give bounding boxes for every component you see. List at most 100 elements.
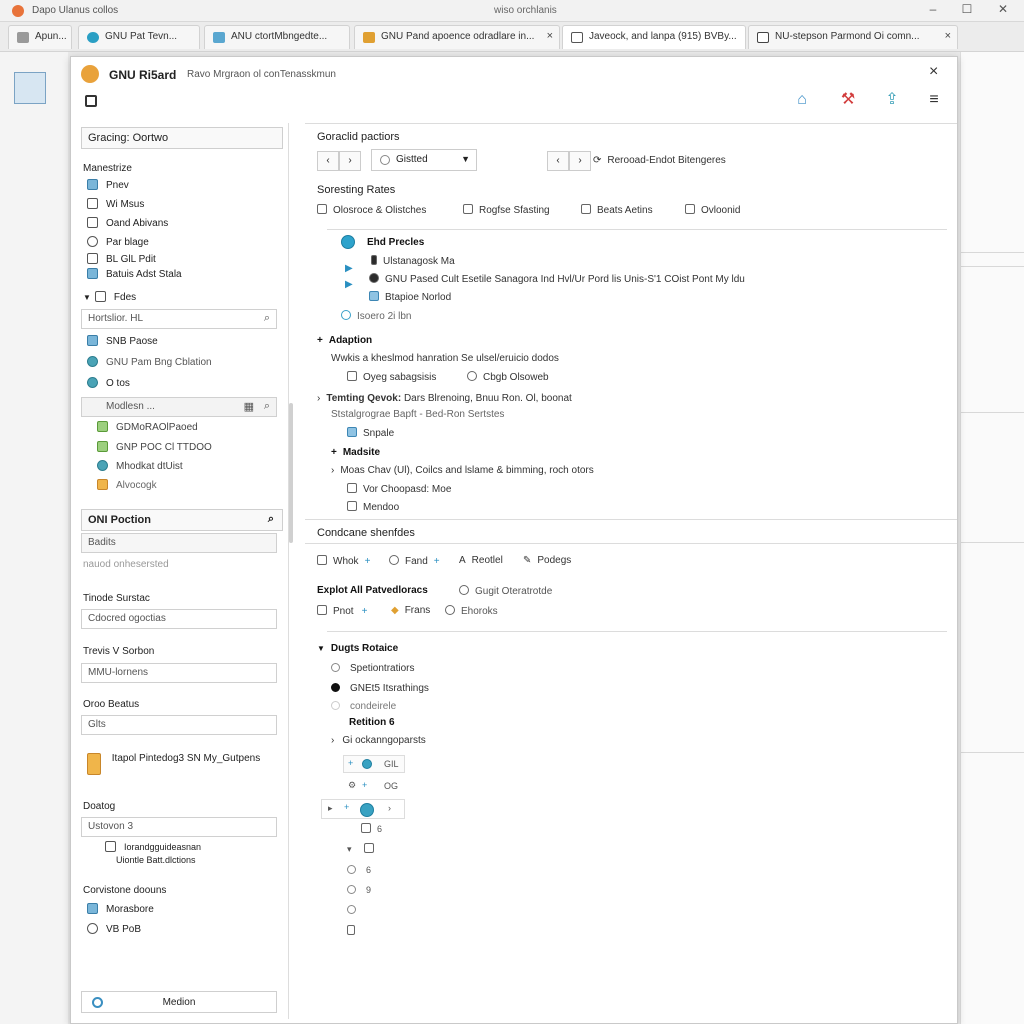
search-icon[interactable]: ⌕ [264, 312, 270, 325]
background-left-panel [0, 52, 68, 1024]
tree-line[interactable]: Btapioe Norlod [369, 291, 451, 303]
gi-toggle[interactable]: › Gi ockanngoparsts [331, 735, 426, 746]
tab-2[interactable]: GNU Pat Tevn... [78, 25, 200, 49]
radio-option[interactable]: condeirele [331, 701, 396, 712]
madsite-heading[interactable]: + Madsite [331, 447, 380, 458]
grid-icon[interactable]: ▦ [244, 400, 254, 413]
tab-1[interactable]: Apun... [8, 25, 72, 49]
minimize-button[interactable]: – [918, 0, 948, 18]
sidebar-item[interactable]: BL GlL Pdit [87, 253, 156, 269]
forward-button[interactable]: › [339, 151, 361, 171]
sidebar-header[interactable]: Gracing: Oortwo [81, 127, 283, 149]
explot-tool[interactable]: Ehoroks [445, 605, 498, 617]
tab-6[interactable]: NU-stepson Parmond Oi comn... × [748, 25, 958, 49]
sidebar-item[interactable]: Morasbore [87, 903, 154, 919]
play-icon[interactable]: ▶ [345, 279, 353, 290]
back-button[interactable]: ‹ [547, 151, 569, 171]
forward-button[interactable]: › [569, 151, 591, 171]
refresh-link[interactable]: ⟳ Rerooad-Endot Bitengeres [593, 155, 726, 166]
tree-node[interactable]: ▾ [347, 843, 380, 855]
sort-option[interactable]: Rogfse Sfasting [463, 204, 550, 216]
tree-node-selected[interactable]: ▸ + › [321, 799, 405, 819]
field-input[interactable]: MMU-lornens [81, 663, 277, 683]
tree-line[interactable]: GNU Pased Cult Esetile Sanagora Ind Hvl/… [369, 273, 745, 285]
promo-item[interactable]: Itapol Pintedog3 SN My_Gutpens [87, 753, 277, 775]
tools-icon[interactable]: ⚒ [837, 91, 859, 109]
back-button[interactable]: ‹ [317, 151, 339, 171]
tree-node[interactable]: + GIL [343, 755, 405, 773]
explot-tool[interactable]: Pnot + [317, 605, 367, 617]
selected-file-item[interactable]: Modlesn ... ▦ ⌕ [81, 397, 277, 417]
sub-item[interactable]: GDMoRAOlPaoed [97, 421, 198, 437]
tab-4[interactable]: GNU Pand apoence odradlare in... × [354, 25, 560, 49]
file-item[interactable]: GNU Pam Bng Cblation [87, 356, 212, 372]
sub-item[interactable]: Alvocogk [97, 479, 157, 495]
sort-option[interactable]: Beats Aetins [581, 204, 653, 216]
tree-node[interactable] [347, 905, 366, 915]
tab-close-icon[interactable]: × [547, 30, 553, 42]
explot-tool[interactable]: ◆ Frans [391, 605, 430, 616]
field-input[interactable]: Ustovon 3 [81, 817, 277, 837]
radio-option[interactable]: Spetiontratiors [331, 663, 414, 674]
sub-item[interactable]: GNP POC Cl TTDOO [97, 441, 212, 457]
cond-tool[interactable]: Fand + [389, 555, 440, 567]
tree-node[interactable] [347, 925, 361, 936]
sidebar-item[interactable]: Batuis Adst Stala [87, 268, 182, 284]
cond-tool[interactable]: A Reotlel [459, 555, 503, 566]
files-toggle[interactable]: ▼ Fdes [83, 291, 136, 307]
sort-option[interactable]: Olosroce & Olistches [317, 204, 426, 216]
home-icon[interactable]: ⌂ [791, 91, 813, 109]
tree-node[interactable]: ⚙ + OG [343, 777, 405, 795]
sort-option[interactable]: Ovloonid [685, 204, 740, 216]
action-field[interactable]: Badits [81, 533, 277, 553]
sidebar-item[interactable]: VB PoB [87, 923, 141, 939]
tree-line[interactable]: Ulstanagosk Ma [371, 255, 455, 267]
section-action[interactable]: ONI Poction ⌕ [81, 509, 283, 531]
temp-item[interactable]: Snpale [347, 427, 394, 439]
file-item[interactable]: SNB Paose [87, 335, 158, 351]
sidebar-item[interactable]: Par blage [87, 236, 149, 252]
radio-option[interactable]: GNEt5 Itsrathings [331, 683, 429, 694]
file-item[interactable]: O tos [87, 377, 130, 393]
adaption-option[interactable]: Oyeg sabagsisis [347, 371, 436, 383]
sub-item[interactable]: Mhodkat dtUist [97, 460, 183, 476]
field-input[interactable]: Cdocred ogoctias [81, 609, 277, 629]
dugts-heading[interactable]: ▼ Dugts Rotaice [317, 643, 398, 654]
madsite-item[interactable]: Mendoo [347, 501, 399, 513]
madsite-item[interactable]: Vor Choopasd: Moe [347, 483, 451, 495]
footer-button[interactable]: Medion [81, 991, 277, 1013]
status-dropdown[interactable]: Gistted ▼ [371, 149, 477, 171]
search-icon[interactable]: ⌕ [268, 513, 274, 526]
field-input[interactable]: Glts [81, 715, 277, 735]
tree-node[interactable]: 9 [347, 885, 371, 895]
document-icon[interactable] [14, 72, 46, 104]
adaption-option[interactable]: Cbgb Olsoweb [467, 371, 549, 383]
tab-close-icon[interactable]: × [945, 30, 951, 42]
cond-tool[interactable]: ✎ Podegs [523, 555, 571, 566]
cond-tool[interactable]: Whok + [317, 555, 370, 567]
sidebar-scrollbar[interactable] [289, 403, 293, 543]
explot-sub[interactable]: Gugit Oteratrotde [459, 585, 552, 597]
tab-5[interactable]: Javeock, and lanpa (915) BVBy... [562, 25, 746, 49]
sidebar-item[interactable]: Pnev [87, 179, 129, 195]
tree-node[interactable]: 6 [361, 823, 382, 834]
tree-node[interactable]: 6 [347, 865, 371, 875]
retition-label: Retition 6 [349, 717, 395, 728]
sidebar-item[interactable]: Oand Abivans [87, 217, 168, 233]
sidebar-item[interactable]: Wi Msus [87, 198, 144, 214]
checkbox-line[interactable]: Uiontle Batt.dlctions [87, 855, 196, 871]
window-close-button[interactable]: ✕ [988, 0, 1018, 18]
maximize-button[interactable]: ☐ [952, 0, 982, 18]
dialog-close-button[interactable]: × [929, 63, 938, 81]
adaption-heading[interactable]: + Adaption [317, 335, 372, 346]
search-icon[interactable]: ⌕ [264, 400, 270, 413]
tree-title[interactable]: Ehd Precles [367, 237, 424, 248]
play-icon[interactable]: ▶ [345, 263, 353, 274]
menu-icon[interactable]: ≡ [923, 91, 945, 109]
temp-heading[interactable]: › Temting Qevok: Dars Blrenoing, Bnuu Ron… [317, 393, 572, 404]
tree-line[interactable]: Isoero 2i lbn [341, 310, 411, 322]
files-search-input[interactable]: Hortslior. HL ⌕ [81, 309, 277, 329]
tab-3[interactable]: ANU ctortMbngedte... [204, 25, 350, 49]
share-icon[interactable]: ⇪ [881, 91, 903, 109]
export-icon[interactable] [85, 95, 97, 107]
